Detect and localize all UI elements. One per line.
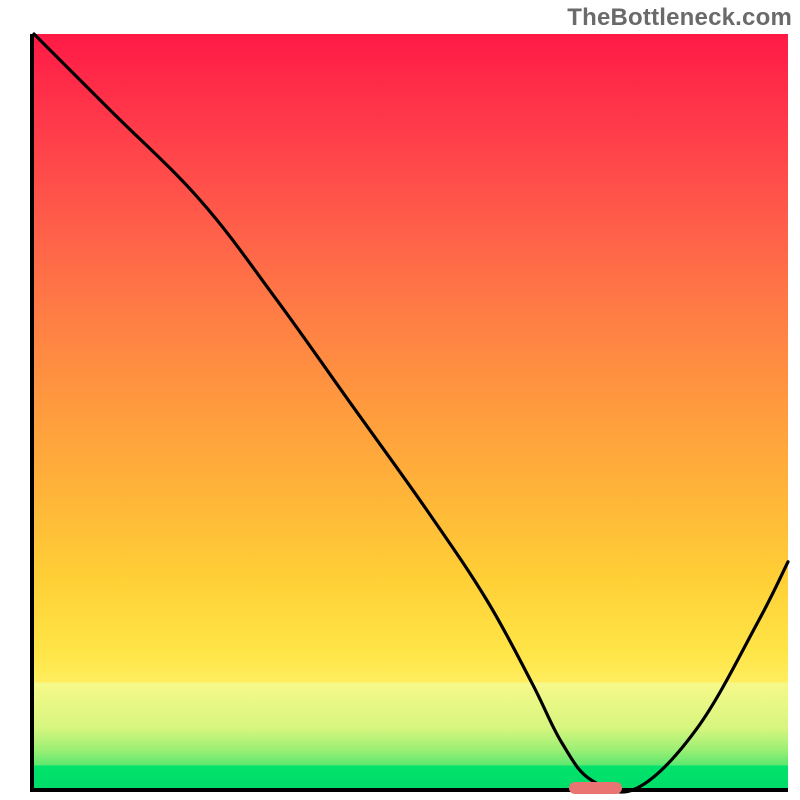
- bottleneck-curve-path: [34, 34, 788, 792]
- x-axis: [30, 788, 788, 792]
- attribution-text: TheBottleneck.com: [567, 4, 792, 32]
- optimal-marker: [569, 782, 622, 794]
- curve-layer: [34, 34, 788, 788]
- chart-container: TheBottleneck.com: [0, 0, 800, 800]
